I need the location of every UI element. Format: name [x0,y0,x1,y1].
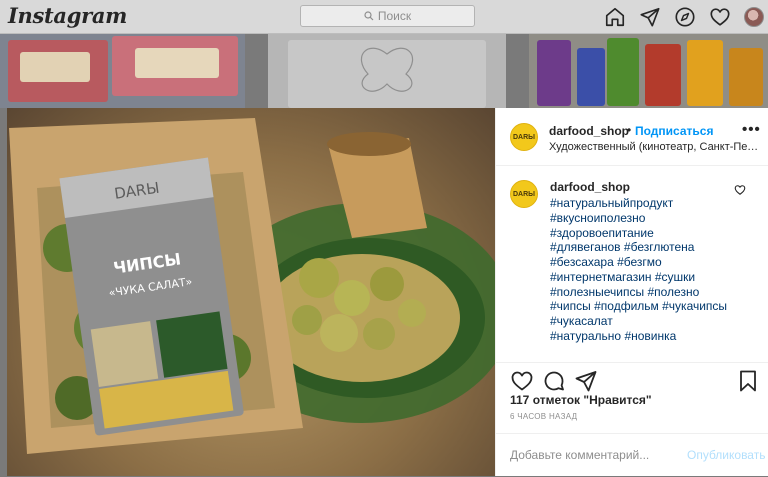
hashtag-link[interactable]: #безгмо [617,255,662,269]
explore-icon[interactable] [674,6,696,28]
author-username[interactable]: darfood_shop [549,124,629,138]
activity-heart-icon[interactable] [709,6,731,28]
thumb-card [577,48,605,106]
thumb-card [20,52,90,82]
top-navigation-bar: Instagram Поиск [0,0,768,34]
search-placeholder: Поиск [377,9,412,23]
post-modal: DARЫ ЧИПСЫ «ЧУКА САЛАТ» DARЫ darfood_sho… [7,108,768,476]
hashtag-list: #натуральныйпродукт #вкусноиполезно #здо… [550,196,750,344]
post-side-panel: DARЫ darfood_shop • Подписаться ••• Худо… [495,108,768,476]
instagram-logo[interactable]: Instagram [8,3,127,28]
caption-like-heart-icon[interactable] [734,184,746,196]
post-timestamp[interactable]: 6 ЧАСОВ НАЗАД [510,412,577,421]
separator-dot: • [627,123,632,137]
save-bookmark-icon[interactable] [736,369,760,393]
search-icon [364,11,374,21]
post-header: DARЫ darfood_shop • Подписаться ••• Худо… [496,108,768,166]
post-actions: 117 отметок "Нравится" 6 ЧАСОВ НАЗАД Опу… [496,362,768,476]
hashtag-link[interactable]: #новинка [624,329,676,343]
hashtag-link[interactable]: #натурально [550,329,621,343]
grid-thumbnail-perfume-bottles[interactable] [529,34,768,108]
hashtag-link[interactable]: #сушки [655,270,695,284]
caption-username[interactable]: darfood_shop [550,180,630,194]
butterfly-pattern [360,47,414,92]
thumb-card [607,38,639,106]
avatar-label: DARЫ [512,190,536,198]
thumb-card [135,48,219,78]
hashtag-link[interactable]: #вкусноиполезно [550,211,645,225]
hashtag-link[interactable]: #подфильм [594,299,659,313]
hashtag-link[interactable]: #натуральныйпродукт [550,196,673,210]
post-location[interactable]: Художественный (кинотеатр, Санкт-Петербу… [549,141,759,153]
hashtag-link[interactable]: #полезно [647,285,699,299]
hashtag-link[interactable]: #чукасалат [550,314,613,328]
share-direct-icon[interactable] [574,369,598,393]
hashtag-link[interactable]: #здоровоепитание [550,226,654,240]
post-photo[interactable]: DARЫ ЧИПСЫ «ЧУКА САЛАТ» [7,108,495,476]
hashtag-link[interactable]: #безглютена [624,240,695,254]
follow-button[interactable]: Подписаться [635,124,713,138]
author-avatar[interactable]: DARЫ [510,123,538,151]
thumb-card [687,40,723,106]
profile-avatar[interactable] [744,7,764,27]
comment-box: Опубликовать [496,433,768,477]
hashtag-link[interactable]: #чипсы [550,299,591,313]
direct-icon[interactable] [639,6,661,28]
home-icon[interactable] [604,6,626,28]
thumb-card [729,48,763,106]
post-caption: DARЫ darfood_shop #натуральныйпродукт #в… [496,166,768,362]
hashtag-link[interactable]: #безсахара [550,255,614,269]
hashtag-link[interactable]: #длявеганов [550,240,621,254]
comment-bubble-icon[interactable] [542,369,566,393]
publish-button[interactable]: Опубликовать [687,448,765,462]
grid-thumbnail-napkin[interactable] [268,34,506,108]
hashtag-link[interactable]: #полезныечипсы [550,285,644,299]
hashtag-link[interactable]: #чукачипсы [662,299,727,313]
thumb-card [537,40,571,106]
avatar-label: DARЫ [512,133,536,141]
nav-icons [604,6,764,28]
like-heart-icon[interactable] [510,369,534,393]
more-options-icon[interactable]: ••• [742,122,761,137]
chips-product-photo: DARЫ ЧИПСЫ «ЧУКА САЛАТ» [9,118,495,454]
thumb-card [645,44,681,106]
caption-avatar[interactable]: DARЫ [510,180,538,208]
search-box[interactable]: Поиск [300,5,475,27]
grid-thumbnail-tea-boxes[interactable] [0,34,245,108]
likes-count[interactable]: 117 отметок "Нравится" [510,393,652,407]
comment-input[interactable] [510,448,660,462]
hashtag-link[interactable]: #интернетмагазин [550,270,652,284]
